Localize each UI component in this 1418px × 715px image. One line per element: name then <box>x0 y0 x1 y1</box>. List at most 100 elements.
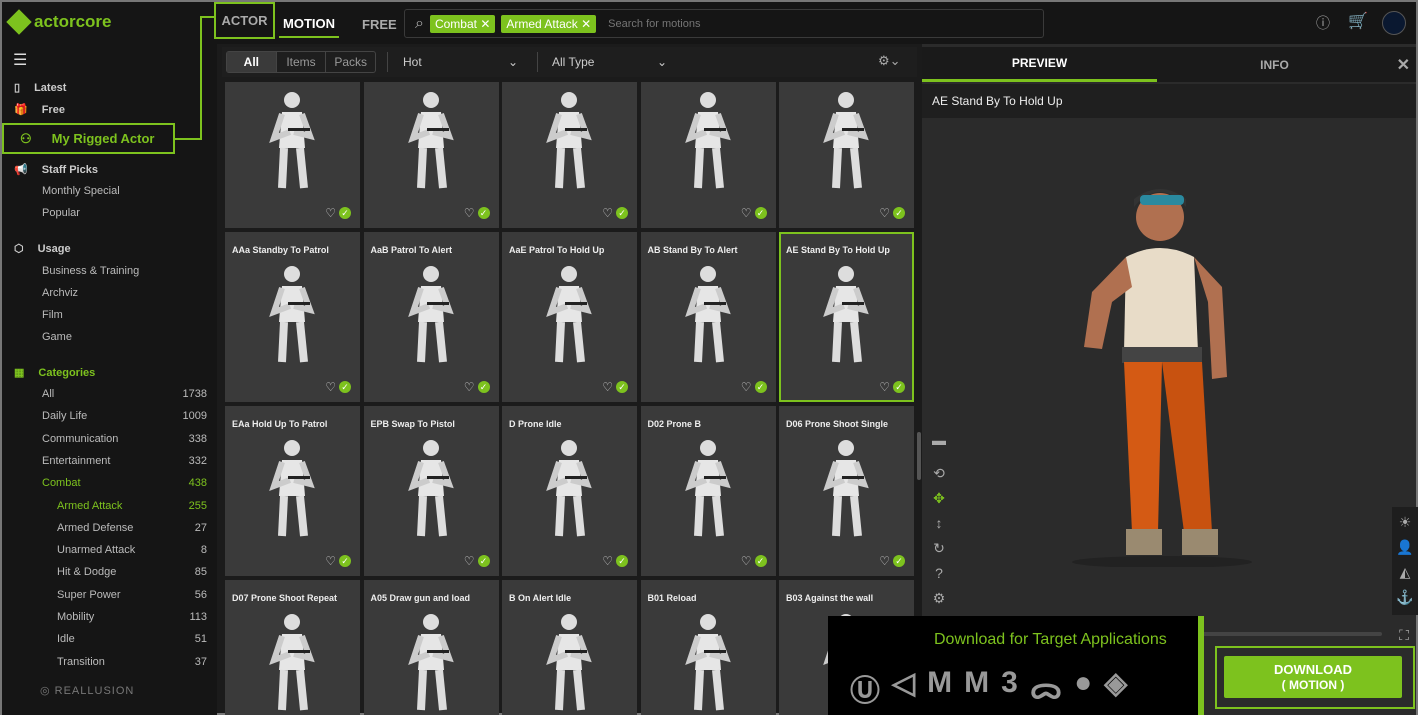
sidebar-item[interactable]: Business & Training <box>42 265 207 277</box>
motion-card[interactable]: AAa Standby To Patrol ♡ ✓ <box>225 232 360 402</box>
unity-icon[interactable]: ◁ <box>892 666 915 710</box>
category-item[interactable]: Daily Life 1009 <box>42 410 207 422</box>
scrollbar[interactable] <box>917 432 921 480</box>
motionbuilder-icon[interactable]: M <box>964 666 989 710</box>
sidebar-item[interactable]: Popular <box>42 207 207 219</box>
sidebar-section-staff-picks[interactable]: 📢 Staff Picks <box>14 163 98 177</box>
motion-card[interactable]: ♡ ✓ <box>779 82 914 228</box>
motion-card[interactable]: D02 Prone B ♡ ✓ <box>640 406 776 576</box>
subcategory-item[interactable]: Idle 51 <box>57 633 207 645</box>
sidebar-item[interactable]: Game <box>42 331 207 343</box>
motion-card[interactable]: D07 Prone Shoot Repeat♡✓ <box>225 580 360 715</box>
heart-icon[interactable]: ♡ <box>879 554 890 568</box>
sidebar-item-latest[interactable]: ▯ Latest <box>14 81 66 95</box>
feedback-icon[interactable]: ⓘ <box>1316 13 1330 33</box>
filter-chip[interactable]: Armed Attack ✕ <box>501 14 597 33</box>
menu-icon[interactable]: ☰ <box>13 50 27 70</box>
heart-icon[interactable]: ♡ <box>464 206 475 220</box>
tab-preview[interactable]: PREVIEW <box>922 47 1157 82</box>
sidebar-item[interactable]: Film <box>42 309 207 321</box>
zoom-vertical-icon[interactable]: ↕ <box>930 515 948 531</box>
motion-card[interactable]: ♡ ✓ <box>225 82 360 228</box>
filter-chip[interactable]: Combat ✕ <box>429 14 496 33</box>
category-item[interactable]: All 1738 <box>42 388 207 400</box>
sort-dropdown[interactable]: Hot ⌄ <box>403 55 518 69</box>
category-item[interactable]: Combat 438 <box>42 477 207 489</box>
sidebar-item-my-rigged-actor[interactable]: ⚇ My Rigged Actor <box>2 123 175 154</box>
cinema4d-icon[interactable]: ● <box>1074 666 1092 710</box>
heart-icon[interactable]: ♡ <box>325 554 336 568</box>
rotate-icon[interactable]: ⟲ <box>930 465 948 482</box>
subcategory-item[interactable]: Mobility 113 <box>57 611 207 623</box>
motion-card[interactable]: B On Alert Idle♡✓ <box>502 580 637 715</box>
logo[interactable]: actorcore <box>6 9 111 35</box>
motion-card[interactable]: EPB Swap To Pistol ♡ ✓ <box>363 406 499 576</box>
heart-icon[interactable]: ♡ <box>741 380 752 394</box>
heart-icon[interactable]: ♡ <box>879 380 890 394</box>
gear-icon[interactable]: ⚙ <box>930 590 948 607</box>
motion-card[interactable]: A05 Draw gun and load♡✓ <box>363 580 499 715</box>
motion-card[interactable]: AE Stand By To Hold Up ♡ ✓ <box>779 232 914 402</box>
motion-card[interactable]: D06 Prone Shoot Single ♡ ✓ <box>779 406 914 576</box>
iclone-icon[interactable]: ◈ <box>1104 666 1127 710</box>
person-icon[interactable]: 👤 <box>1396 539 1414 556</box>
subcategory-item[interactable]: Hit & Dodge 85 <box>57 566 207 578</box>
download-button[interactable]: DOWNLOAD( MOTION ) <box>1224 656 1402 698</box>
tab-motion[interactable]: MOTION <box>279 10 339 38</box>
motion-card[interactable]: AB Stand By To Alert ♡ ✓ <box>640 232 776 402</box>
motion-card[interactable]: ♡ ✓ <box>502 82 637 228</box>
heart-icon[interactable]: ♡ <box>741 554 752 568</box>
subcategory-item[interactable]: Armed Attack 255 <box>57 500 207 512</box>
tab-info[interactable]: INFO <box>1157 47 1392 82</box>
heart-icon[interactable]: ♡ <box>879 206 890 220</box>
blender-icon[interactable]: ᯅ <box>1030 666 1062 710</box>
tab-free[interactable]: FREE <box>362 10 397 38</box>
category-item[interactable]: Entertainment 332 <box>42 455 207 467</box>
segment-items[interactable]: Items <box>277 52 327 72</box>
search-bar[interactable]: ⌕ Combat ✕ Armed Attack ✕ <box>404 9 1044 38</box>
mirror-icon[interactable]: ◭ <box>1396 564 1414 581</box>
segment-packs[interactable]: Packs <box>326 52 375 72</box>
motion-card[interactable]: ♡ ✓ <box>363 82 499 228</box>
segment-all[interactable]: All <box>227 52 277 72</box>
camera-icon[interactable]: ▬ <box>930 432 948 448</box>
heart-icon[interactable]: ♡ <box>602 380 613 394</box>
light-icon[interactable]: ☀ <box>1396 514 1414 531</box>
sidebar-item[interactable]: Monthly Special <box>42 185 207 197</box>
tab-actor[interactable]: ACTOR <box>214 2 275 39</box>
unreal-icon[interactable]: Ⓤ <box>850 666 880 710</box>
subcategory-item[interactable]: Armed Defense 27 <box>57 522 207 534</box>
heart-icon[interactable]: ♡ <box>464 554 475 568</box>
type-dropdown[interactable]: All Type ⌄ <box>552 55 667 69</box>
motion-card[interactable]: EAa Hold Up To Patrol ♡ ✓ <box>225 406 360 576</box>
subcategory-item[interactable]: Super Power 56 <box>57 589 207 601</box>
motion-card[interactable]: B01 Reload♡✓ <box>640 580 776 715</box>
close-icon[interactable]: ✕ <box>1397 55 1410 75</box>
fullscreen-icon[interactable]: ⛶ <box>1395 627 1413 644</box>
heart-icon[interactable]: ♡ <box>464 380 475 394</box>
motion-card[interactable]: D Prone Idle ♡ ✓ <box>502 406 637 576</box>
sidebar-item[interactable]: Archviz <box>42 287 207 299</box>
category-item[interactable]: Communication 338 <box>42 433 207 445</box>
cart-icon[interactable]: 🛒 <box>1348 11 1368 31</box>
heart-icon[interactable]: ♡ <box>325 206 336 220</box>
character-model[interactable] <box>1062 177 1292 567</box>
heart-icon[interactable]: ♡ <box>325 380 336 394</box>
ground-icon[interactable]: ⚓ <box>1396 589 1414 606</box>
motion-card[interactable]: AaE Patrol To Hold Up ♡ ✓ <box>502 232 637 402</box>
motion-card[interactable]: ♡ ✓ <box>640 82 776 228</box>
move-icon[interactable]: ✥ <box>930 490 948 507</box>
settings-icon[interactable]: ⚙⌄ <box>878 53 901 69</box>
subcategory-item[interactable]: Transition 37 <box>57 656 207 668</box>
subcategory-item[interactable]: Unarmed Attack 8 <box>57 544 207 556</box>
3ds-max-icon[interactable]: 3 <box>1001 666 1018 710</box>
timeline-slider[interactable] <box>1202 632 1382 636</box>
sidebar-item-free[interactable]: 🎁 Free <box>14 103 65 117</box>
maya-icon[interactable]: M <box>927 666 952 710</box>
reset-icon[interactable]: ↻ <box>930 540 948 557</box>
heart-icon[interactable]: ♡ <box>741 206 752 220</box>
heart-icon[interactable]: ♡ <box>602 554 613 568</box>
sidebar-section-categories[interactable]: ▦ Categories <box>14 366 95 380</box>
search-input[interactable] <box>608 17 1043 30</box>
help-icon[interactable]: ? <box>930 565 948 581</box>
